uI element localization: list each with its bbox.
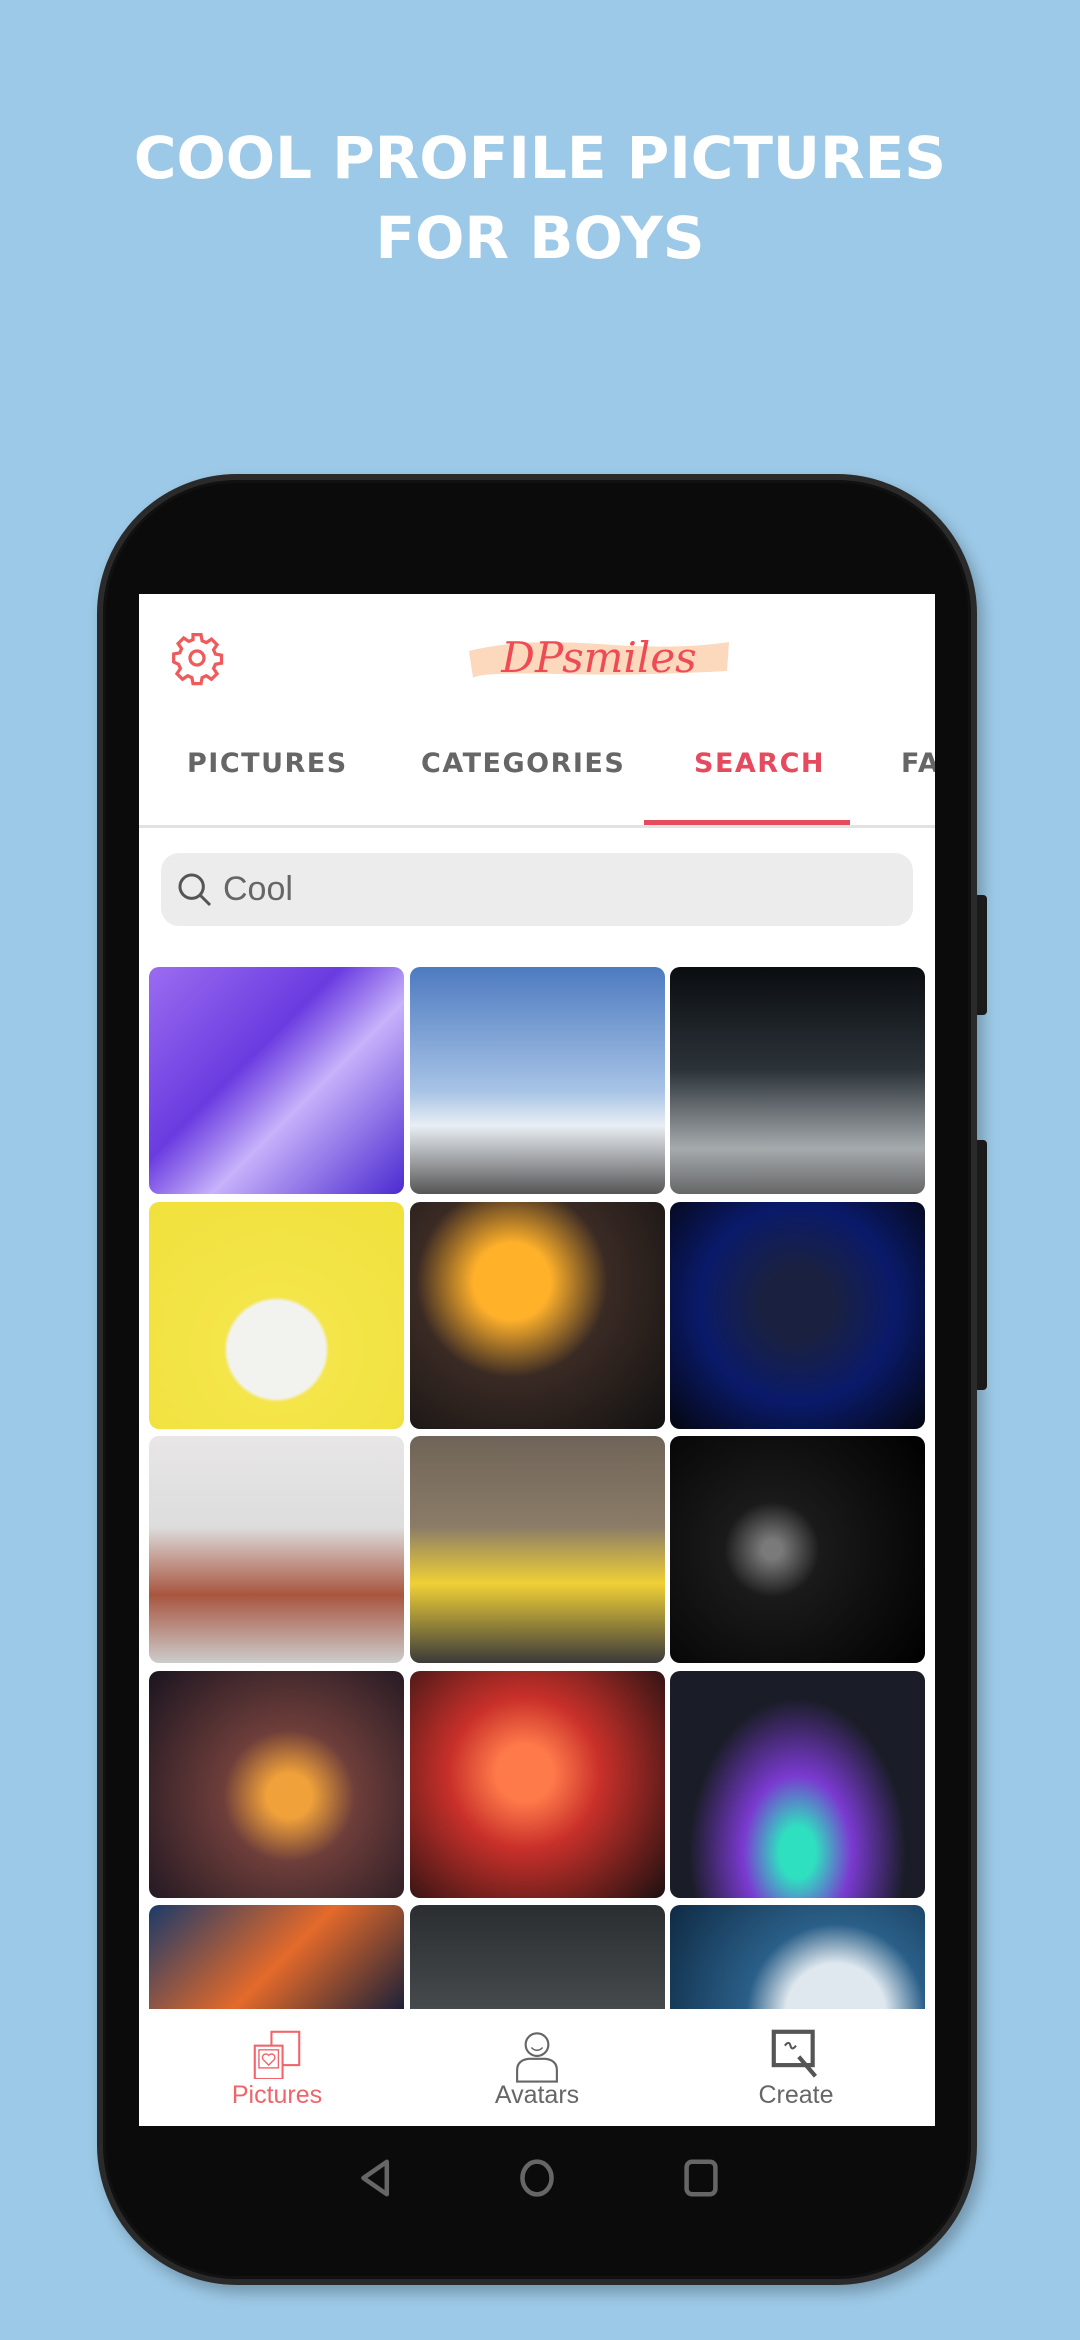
grid-image[interactable] — [410, 967, 665, 1194]
grid-image[interactable] — [410, 1436, 665, 1663]
bottom-navigation: Pictures Avatars Create — [139, 2009, 935, 2126]
tab-favorites[interactable]: FA — [901, 748, 935, 779]
tab-search[interactable]: SEARCH — [694, 748, 825, 779]
avatar-icon — [516, 2032, 558, 2083]
power-button — [977, 1140, 987, 1390]
home-icon[interactable] — [518, 2158, 556, 2203]
grid-image[interactable] — [670, 1436, 925, 1663]
promo-title-line2: FOR BOYS — [375, 204, 705, 272]
recents-icon[interactable] — [683, 2158, 719, 2203]
grid-image[interactable] — [670, 967, 925, 1194]
logo-text: DPsmiles — [500, 633, 696, 682]
grid-image[interactable] — [149, 1905, 404, 2025]
grid-image[interactable] — [149, 1436, 404, 1663]
search-bar[interactable] — [161, 853, 913, 926]
tab-pictures[interactable]: PICTURES — [187, 748, 348, 779]
grid-image[interactable] — [410, 1202, 665, 1429]
grid-image[interactable] — [670, 1905, 925, 2025]
search-input[interactable] — [223, 863, 873, 915]
volume-button — [977, 895, 987, 1015]
grid-image[interactable] — [149, 1671, 404, 1898]
create-icon — [771, 2029, 818, 2078]
grid-image[interactable] — [410, 1671, 665, 1898]
promo-title-line1: COOL PROFILE PICTURES — [133, 124, 947, 192]
grid-image[interactable] — [670, 1671, 925, 1898]
grid-image[interactable] — [149, 1202, 404, 1429]
back-icon[interactable] — [358, 2158, 394, 2203]
active-tab-indicator — [644, 820, 850, 825]
nav-pictures[interactable]: Pictures — [177, 2009, 377, 2126]
grid-image[interactable] — [670, 1202, 925, 1429]
pictures-icon — [253, 2030, 301, 2079]
nav-avatars-label: Avatars — [494, 2081, 580, 2109]
gear-icon[interactable] — [169, 630, 225, 686]
tab-categories[interactable]: CATEGORIES — [421, 748, 625, 779]
search-icon — [178, 873, 212, 907]
promo-title: COOL PROFILE PICTURES FOR BOYS — [0, 118, 1080, 278]
grid-image[interactable] — [149, 967, 404, 1194]
dpsmiles-logo: DPsmiles — [469, 633, 729, 682]
nav-create-label: Create — [758, 2081, 834, 2109]
nav-avatars[interactable]: Avatars — [437, 2009, 637, 2126]
tab-bar: PICTURES CATEGORIES SEARCH FA — [139, 712, 935, 828]
nav-pictures-label: Pictures — [231, 2081, 323, 2109]
nav-create[interactable]: Create — [696, 2009, 896, 2126]
app-screen: DPsmiles PICTURES CATEGORIES SEARCH FA P… — [139, 594, 935, 2126]
grid-image[interactable] — [410, 1905, 665, 2025]
